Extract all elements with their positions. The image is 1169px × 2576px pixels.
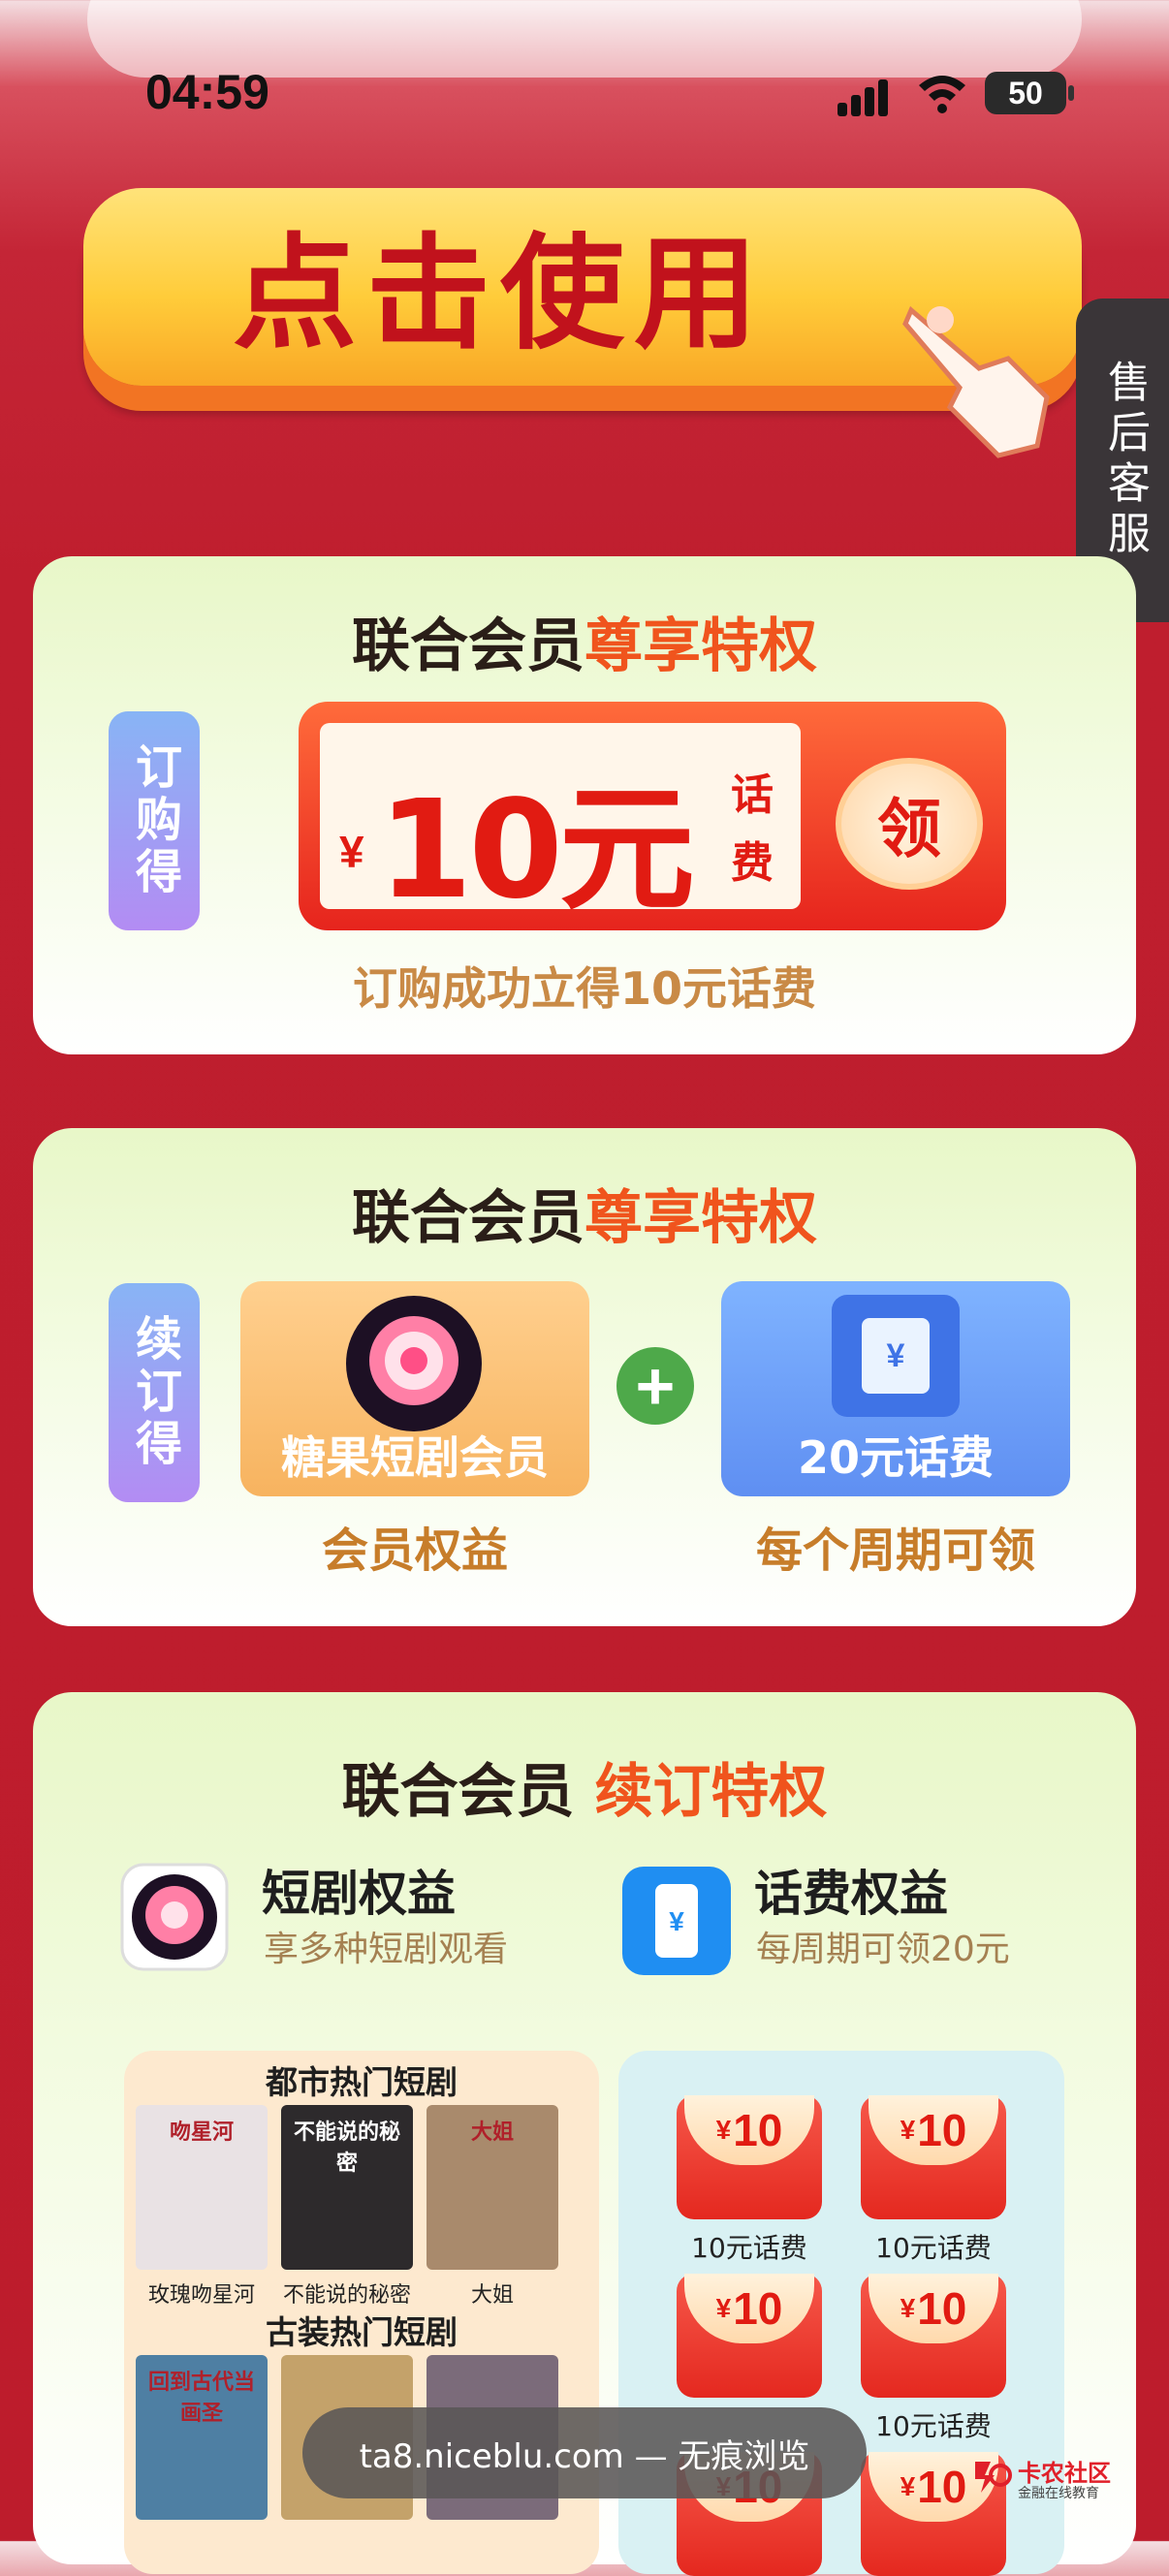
phone-benefit-title: 话费权益: [754, 1866, 948, 1922]
red-packet[interactable]: ¥10: [677, 2274, 822, 2398]
urban-poster-title: 吻星河: [169, 2120, 234, 2145]
red-packet-caption: 10元话费: [875, 2232, 992, 2264]
coupon-amount: 10元: [378, 771, 695, 929]
claim-button[interactable]: 领: [836, 758, 983, 890]
red-envelope-icon: ¥: [832, 1295, 960, 1417]
urban-poster-caption: 不能说的秘密: [282, 2283, 411, 2308]
battery-cap: [1068, 85, 1074, 101]
red-packet-amount: ¥10: [869, 2095, 998, 2165]
ancient-poster-title: 回到古代当画圣: [147, 2371, 255, 2426]
watermark: 卡农社区 金融在线教育: [971, 2452, 1155, 2510]
ancient-drama-header: 古装热门短剧: [266, 2313, 458, 2351]
pointing-hand-icon: [902, 305, 1050, 458]
urban-poster-title: 大姐: [470, 2120, 514, 2145]
signal-icon: [837, 78, 894, 116]
candy-drama-member-label: 糖果短剧会员: [281, 1431, 549, 1484]
candy-drama-member-tile[interactable]: 糖果短剧会员: [240, 1281, 589, 1496]
coupon-10-yuan[interactable]: ¥ 10元 话费 领: [299, 702, 1006, 930]
urban-poster-caption: 玫瑰吻星河: [147, 2283, 255, 2308]
renew-get-tag: 续订得: [109, 1283, 200, 1502]
use-now-label: 点击使用: [232, 221, 768, 366]
red-packet-caption: 10元话费: [875, 2410, 992, 2442]
ancient-poster[interactable]: 回到古代当画圣: [136, 2355, 268, 2520]
plus-icon: +: [616, 1347, 694, 1425]
drama-benefit-title: 短剧权益: [262, 1866, 456, 1922]
watermark-logo-icon: [975, 2462, 1012, 2493]
phone-benefit-subtitle: 每周期可领20元: [756, 1930, 1010, 1969]
browser-url-toast: ta8.niceblu.com — 无痕浏览: [302, 2407, 867, 2498]
drama-app-icon: [120, 1863, 229, 1971]
subscribe-note: 订购成功立得10元话费: [352, 962, 816, 1015]
member-benefit-caption: 会员权益: [321, 1524, 508, 1578]
red-packet-amount: ¥10: [684, 2274, 814, 2343]
card1-title: 联合会员尊享特权: [352, 613, 817, 680]
status-time: 04:59: [145, 65, 269, 119]
coupon-currency: ¥: [339, 827, 364, 877]
renewal-reward-card: 联合会员尊享特权 续订得 糖果短剧会员 会员权益 + ¥ 20元话费 每个周期可…: [33, 1128, 1136, 1626]
urban-poster-title: 不能说的秘密: [293, 2120, 400, 2176]
subscribe-reward-card: 联合会员尊享特权 订购得 ¥ 10元 话费 领 订购成功立得10元话费: [33, 556, 1136, 1054]
coupon-ticket: ¥ 10元 话费: [320, 723, 801, 929]
red-packet-caption: 10元话费: [691, 2232, 807, 2264]
wifi-icon: [919, 76, 965, 113]
red-packet[interactable]: ¥10: [861, 2274, 1006, 2398]
urban-poster[interactable]: 吻星河: [136, 2105, 268, 2270]
card3-title: 联合会员 续订特权: [341, 1758, 828, 1826]
red-packet-amount: ¥10: [684, 2095, 814, 2165]
phone-credit-tile[interactable]: ¥ 20元话费: [721, 1281, 1070, 1496]
red-packet-amount: ¥10: [869, 2274, 998, 2343]
drama-benefit-subtitle: 享多种短剧观看: [264, 1930, 509, 1969]
candy-drama-logo-icon: [346, 1296, 482, 1431]
urban-drama-header: 都市热门短剧: [266, 2063, 458, 2101]
subscribe-get-tag: 订购得: [109, 711, 200, 930]
battery-indicator: 50: [985, 72, 1066, 114]
watermark-subtitle: 金融在线教育: [1018, 2486, 1099, 2501]
red-packet[interactable]: ¥10: [861, 2095, 1006, 2219]
per-cycle-caption: 每个周期可领: [755, 1524, 1035, 1578]
red-packet[interactable]: ¥10: [677, 2095, 822, 2219]
phone-app-icon: ¥: [622, 1867, 731, 1975]
phone-credit-label: 20元话费: [797, 1431, 994, 1484]
urban-poster[interactable]: 不能说的秘密: [281, 2105, 413, 2270]
svg-text:¥: ¥: [669, 1906, 684, 1936]
coupon-unit: 话费: [731, 770, 774, 888]
card2-title: 联合会员尊享特权: [352, 1184, 817, 1252]
urban-poster[interactable]: 大姐: [427, 2105, 558, 2270]
urban-poster-caption: 大姐: [470, 2283, 514, 2308]
